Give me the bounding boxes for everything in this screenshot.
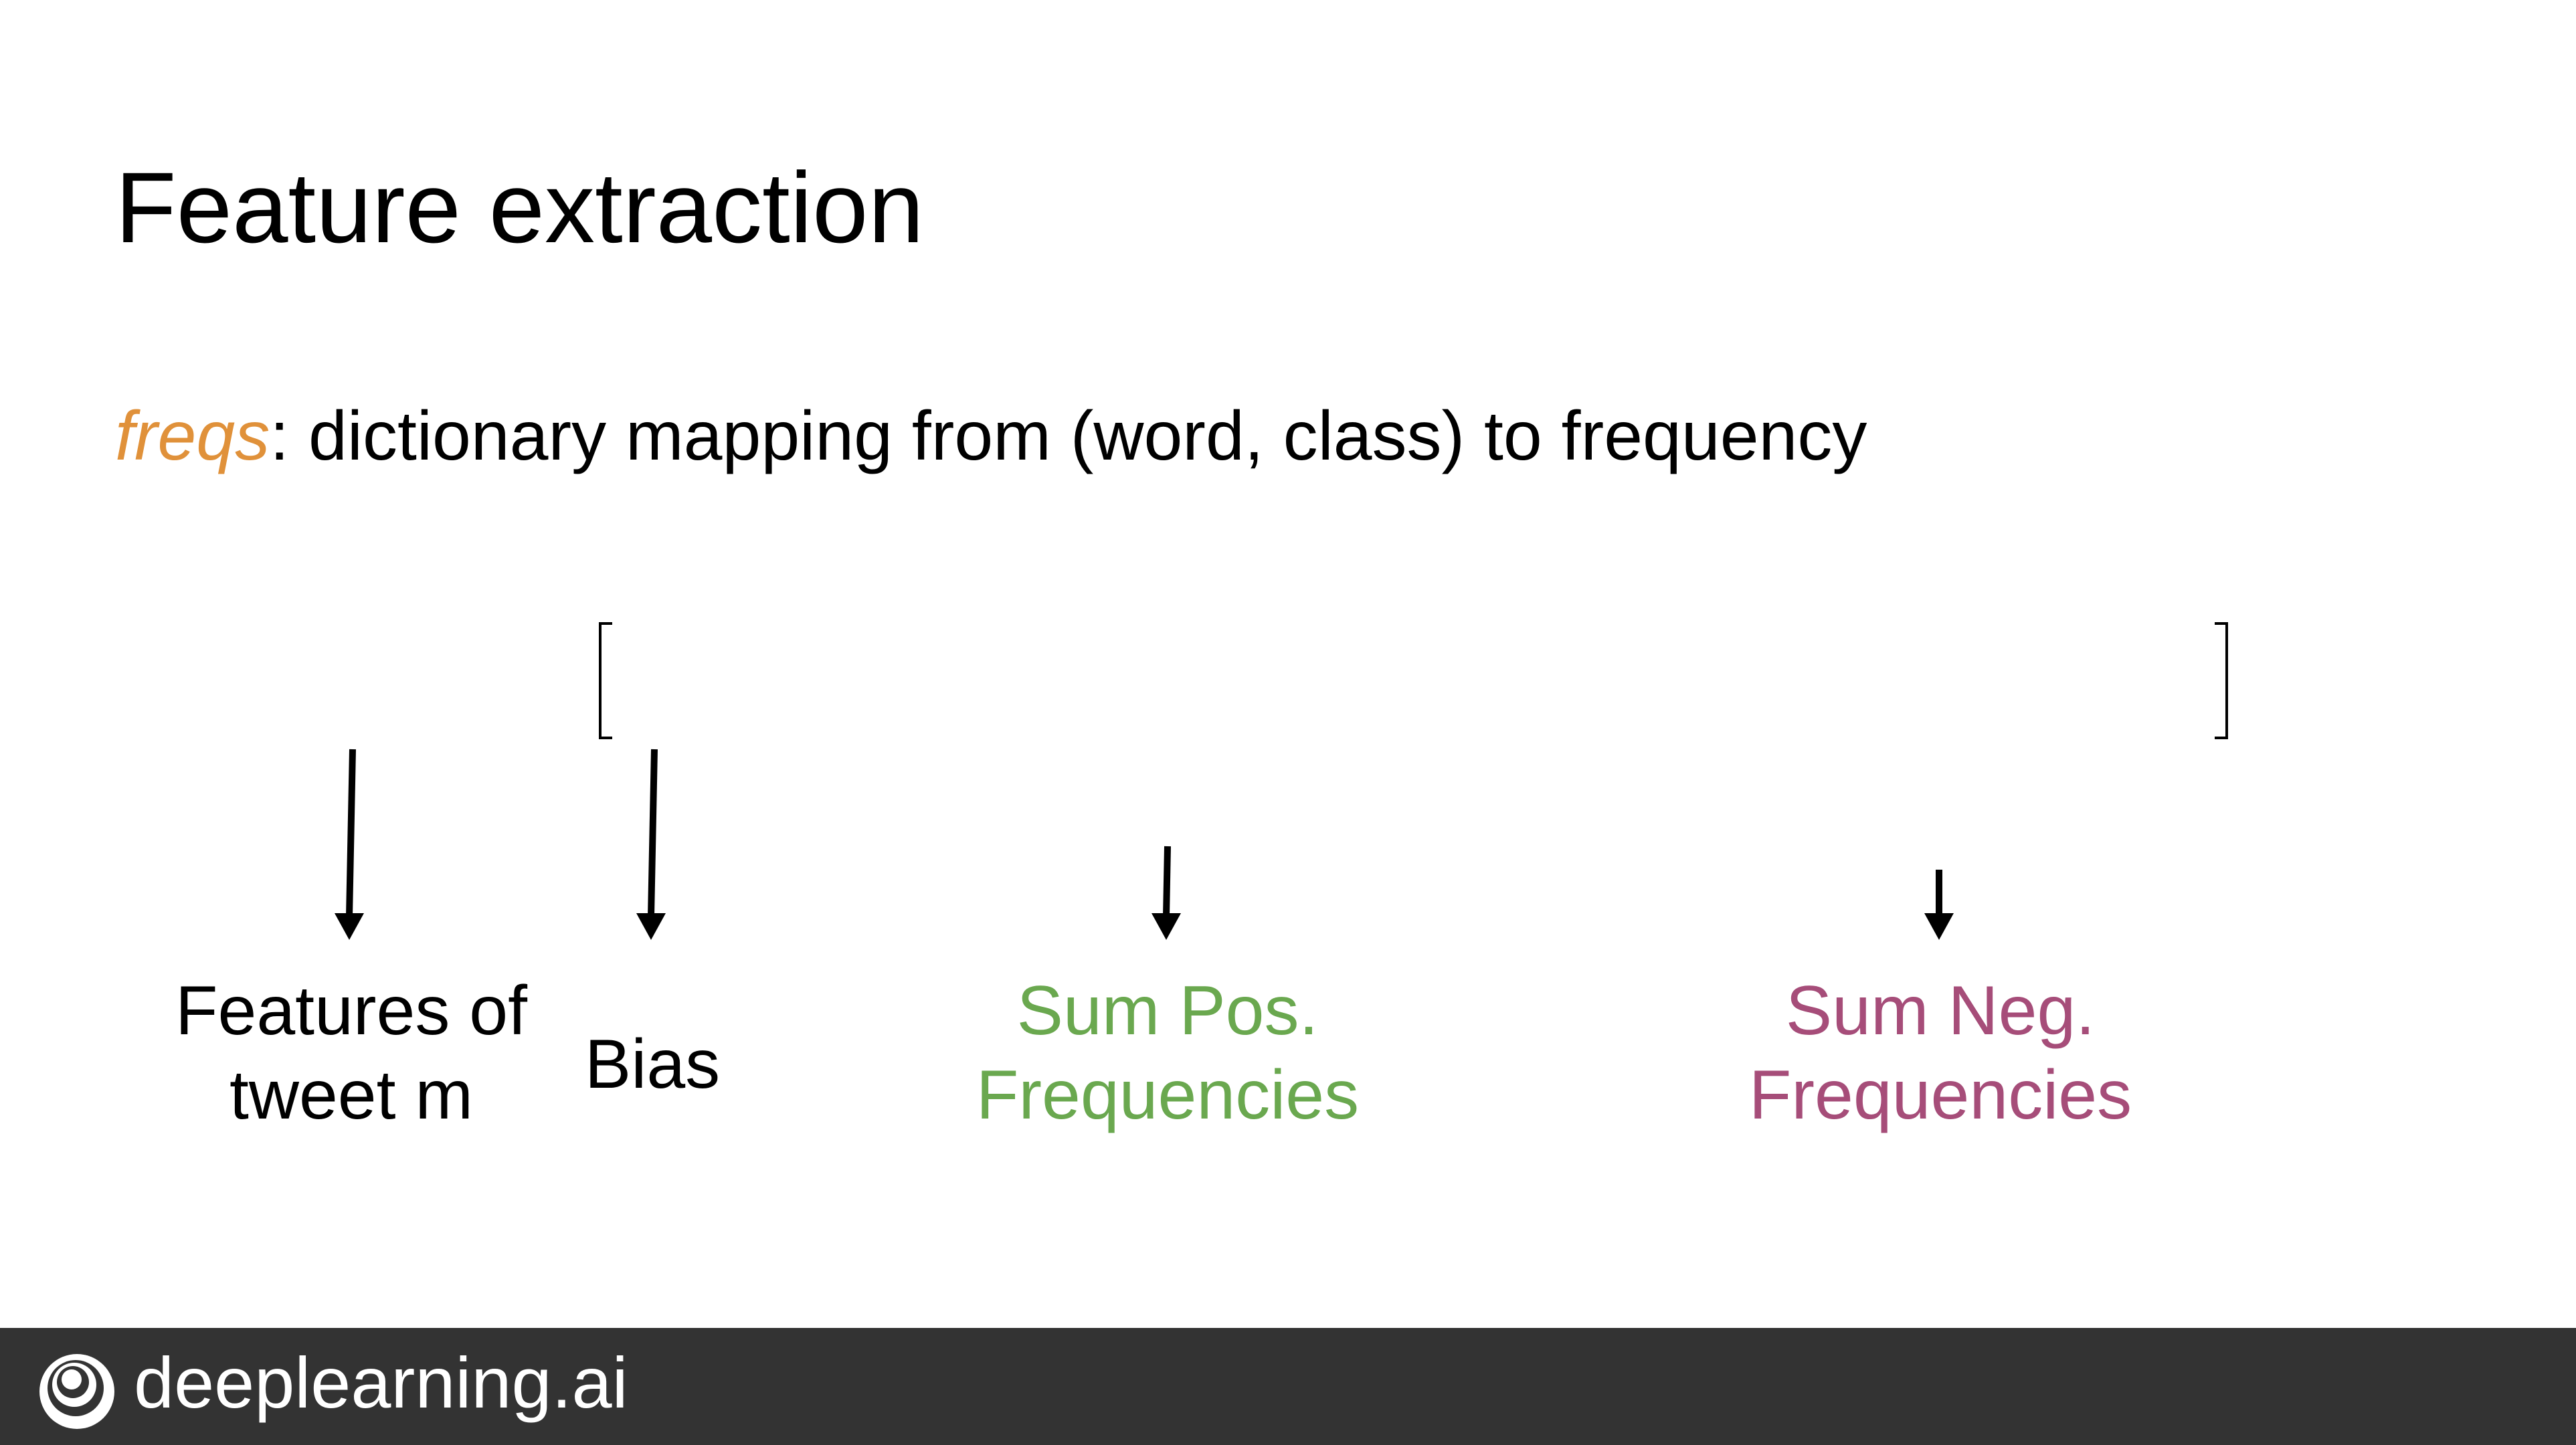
label-sum-pos-line-1: Sum Pos.: [1016, 972, 1319, 1050]
arrow-sum-neg: [1924, 870, 1954, 940]
label-features-line-2: tweet m: [229, 1056, 474, 1134]
label-features-of-tweet: Features of tweet m: [147, 969, 555, 1137]
label-sum-neg-frequencies: Sum Neg. Frequencies: [1696, 969, 2185, 1137]
label-sum-neg-line-2: Frequencies: [1748, 1056, 2132, 1134]
label-bias-line-1: Bias: [584, 1026, 721, 1103]
footer-bar: deeplearning.ai: [0, 1328, 2576, 1445]
arrow-sum-pos: [1152, 846, 1181, 940]
label-features-line-1: Features of: [175, 972, 528, 1050]
brand-name: deeplearning.ai: [134, 1342, 628, 1423]
label-bias: Bias: [552, 1022, 753, 1106]
label-sum-pos-frequencies: Sum Pos. Frequencies: [923, 969, 1412, 1137]
arrow-features: [335, 749, 364, 940]
label-sum-pos-line-2: Frequencies: [976, 1056, 1360, 1134]
label-sum-neg-line-1: Sum Neg.: [1785, 972, 2096, 1050]
deeplearning-logo-icon: [39, 1354, 114, 1429]
arrows-layer: [335, 749, 1954, 940]
arrow-bias: [636, 749, 666, 940]
